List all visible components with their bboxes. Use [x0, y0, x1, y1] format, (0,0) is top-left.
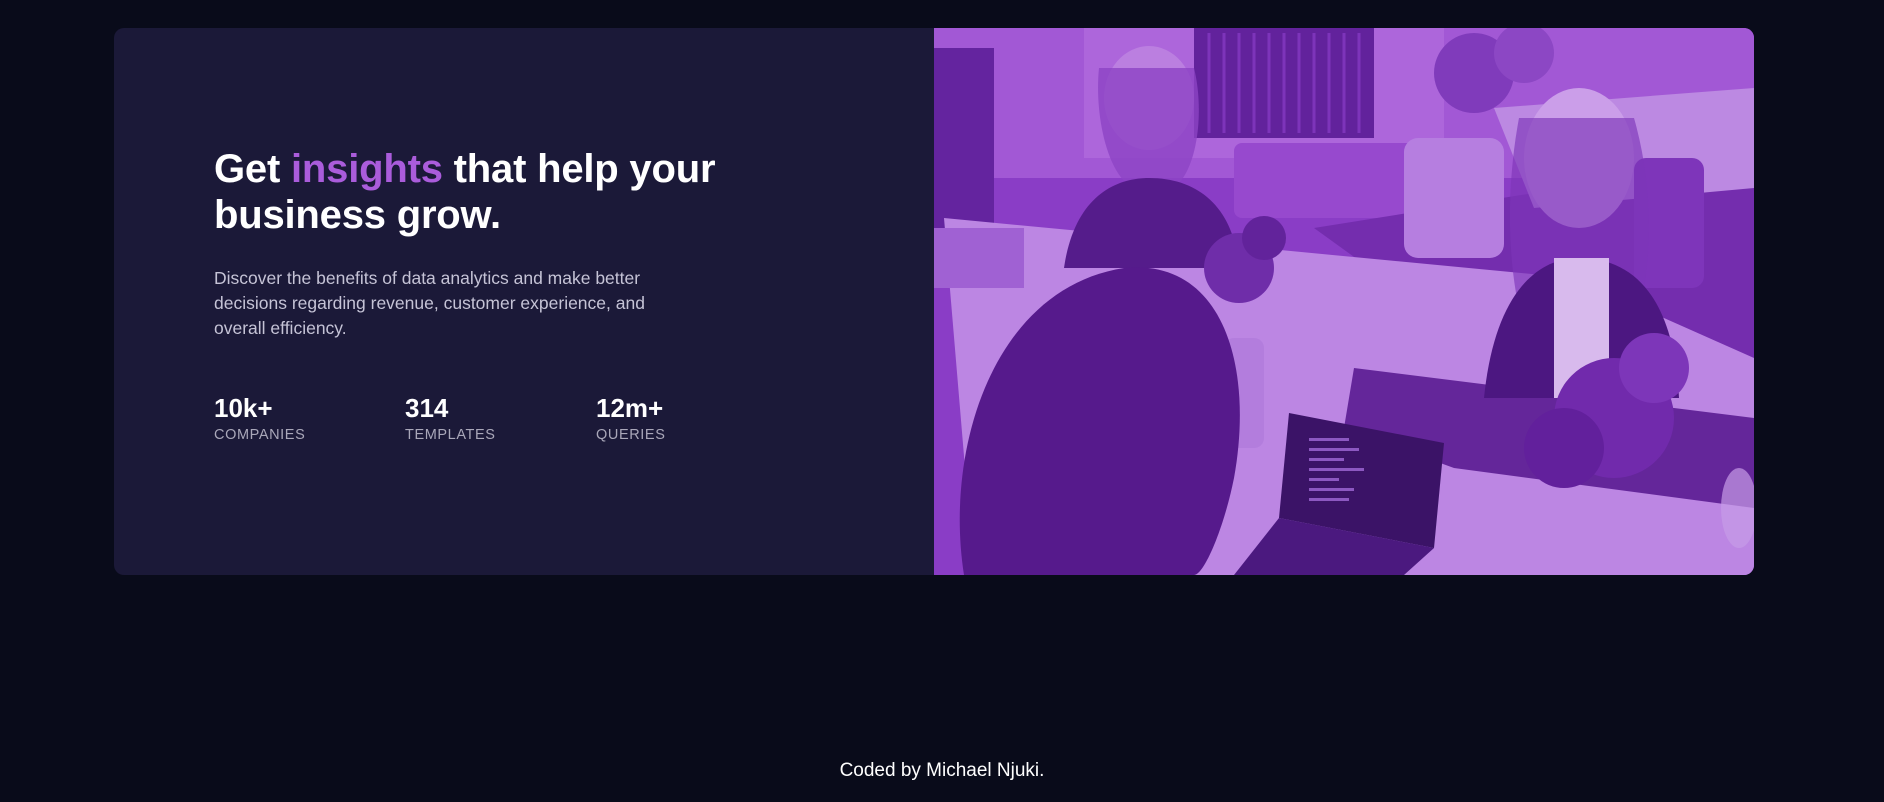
stat-label: Companies	[214, 427, 306, 443]
page: Get insights that help your business gro…	[0, 0, 1884, 802]
headline-accent: insights	[291, 147, 443, 191]
office-scene-illustration	[934, 28, 1754, 575]
stat-queries: 12m+ Queries	[596, 393, 787, 443]
stat-label: Templates	[405, 427, 496, 443]
stat-label: Queries	[596, 427, 666, 443]
stats-row: 10k+ Companies 314 Templates 12m+ Querie…	[214, 393, 934, 443]
card-content: Get insights that help your business gro…	[114, 28, 934, 575]
stat-value: 10k+	[214, 393, 273, 423]
headline-start: Get	[214, 147, 291, 191]
headline: Get insights that help your business gro…	[214, 146, 774, 238]
stats-preview-card: Get insights that help your business gro…	[114, 28, 1754, 575]
office-photo	[934, 28, 1754, 575]
description: Discover the benefits of data analytics …	[214, 268, 645, 338]
stat-value: 12m+	[596, 393, 664, 423]
stat-companies: 10k+ Companies	[214, 393, 405, 443]
footer-credit: Coded by Michael Njuki.	[839, 760, 1045, 781]
stat-value: 314	[405, 393, 449, 423]
stat-templates: 314 Templates	[405, 393, 596, 443]
